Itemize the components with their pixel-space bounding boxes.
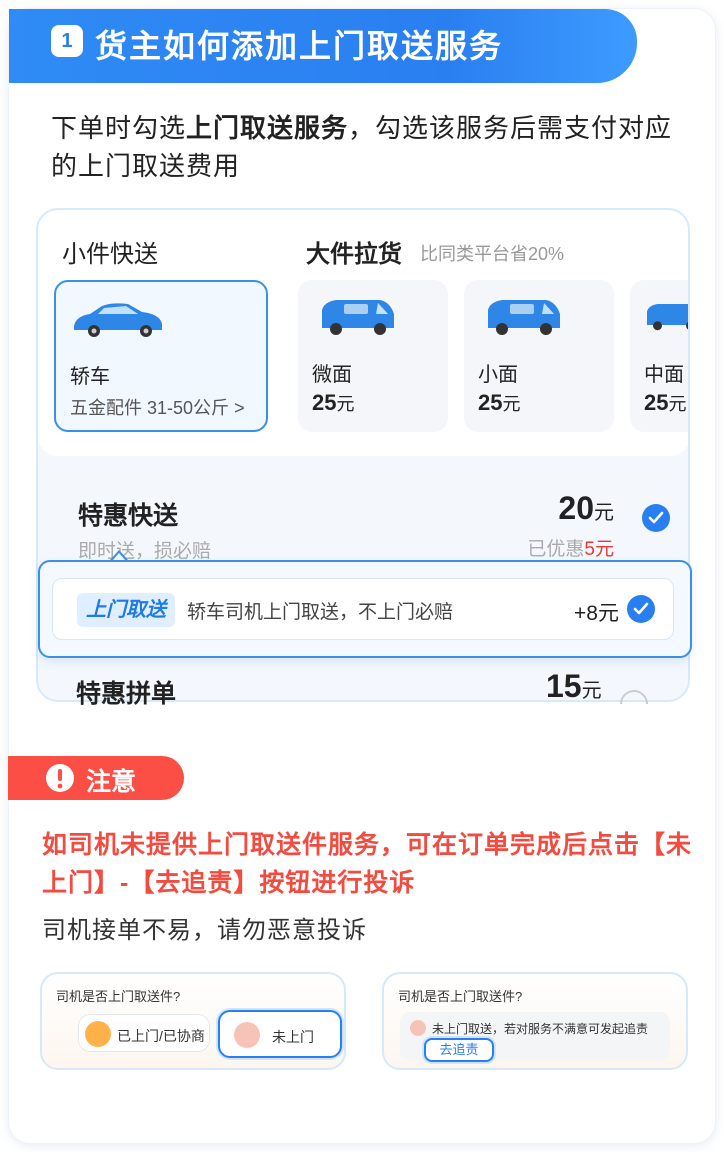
vehicle-card-midvan[interactable]: 中面 25元 [630, 280, 688, 432]
vehicle-name: 中面 [644, 364, 684, 386]
sad-face-icon [234, 1022, 260, 1048]
vehicle-price: 25元 [644, 390, 687, 415]
mini-card-confirm: 司机是否上门取送件? 已上门/已协商 未上门 [40, 972, 346, 1070]
offer-saving: 已优惠5元 [527, 539, 614, 560]
mini-card-track: 司机是否上门取送件? 未上门取送，若对服务不满意可发起追责 去追责 [382, 972, 688, 1070]
pickup-badge: 上门取送 [77, 593, 175, 627]
notice-header: 注意 [8, 756, 184, 800]
step-number-badge: 1 [51, 25, 83, 57]
tab-big-cargo[interactable]: 大件拉货 [306, 234, 402, 269]
vehicle-card-smallvan[interactable]: 小面 25元 [464, 280, 614, 432]
warning-icon [46, 764, 74, 792]
info-bar: 未上门取送，若对服务不满意可发起追责 去追责 [400, 1012, 670, 1062]
van-icon [322, 300, 394, 335]
option-visited[interactable]: 已上门/已协商 [78, 1014, 210, 1052]
chevron-right-icon: > [234, 398, 245, 418]
tab-big-note: 比同类平台省20% [420, 244, 565, 264]
info-text: 未上门取送，若对服务不满意可发起追责 [432, 1022, 649, 1036]
option-not-visited-label: 未上门 [272, 1029, 314, 1045]
happy-face-icon [85, 1021, 111, 1047]
pickup-service-row[interactable]: 上门取送 轿车司机上门取送，不上门必赔 +8元 [52, 578, 674, 640]
notice-label: 注意 [86, 768, 137, 796]
intro-part1: 下单时勾选 [51, 113, 187, 143]
check-circle-icon[interactable] [627, 595, 655, 623]
track-responsibility-button[interactable]: 去追责 [424, 1038, 494, 1062]
vehicle-price: 25元 [312, 390, 355, 415]
sedan-icon [74, 303, 162, 337]
option-not-visited[interactable]: 未上门 [218, 1010, 342, 1058]
vehicle-section: 小件快送 大件拉货 比同类平台省20% 轿车 五金配件 31-50公斤 > 微面 [38, 210, 688, 456]
step-header: 1 货主如何添加上门取送服务 [9, 9, 637, 89]
vehicle-name: 轿车 [70, 366, 110, 388]
check-circle-icon[interactable] [642, 504, 670, 532]
page-title: 货主如何添加上门取送服务 [95, 28, 504, 64]
offer-carpool-title: 特惠拼单 [76, 680, 177, 708]
vehicle-card-sedan[interactable]: 轿车 五金配件 31-50公斤 > [54, 280, 268, 432]
tab-small-express[interactable]: 小件快送 [62, 234, 158, 269]
warning-text: 如司机未提供上门取送件服务，可在订单完成后点击【未上门】-【去追责】按钮进行投诉 [42, 831, 693, 897]
pickup-service-box: 上门取送 轿车司机上门取送，不上门必赔 +8元 [38, 560, 692, 658]
mini-question: 司机是否上门取送件? [56, 989, 181, 1004]
option-visited-label: 已上门/已协商 [117, 1028, 205, 1044]
vehicle-price: 25元 [478, 390, 521, 415]
pickup-text: 轿车司机上门取送，不上门必赔 [187, 602, 454, 623]
intro-text: 下单时勾选上门取送服务，勾选该服务后需支付对应的上门取送费用 [51, 109, 691, 185]
offer-title: 特惠快送 [78, 502, 179, 530]
van-icon [488, 300, 560, 335]
offer-subtitle: 即时送，损必赔 [78, 541, 212, 562]
vehicle-desc: 五金配件 31-50公斤 > [70, 398, 245, 418]
vehicle-name: 微面 [312, 364, 352, 386]
warning-subtext: 司机接单不易，请勿恶意投诉 [42, 917, 367, 944]
intro-highlight: 上门取送服务 [186, 113, 349, 143]
sad-face-icon [410, 1020, 426, 1036]
pickup-price: +8元 [574, 602, 619, 625]
offer-carpool-price: 15元 [546, 668, 602, 704]
mini-question: 司机是否上门取送件? [398, 989, 523, 1004]
offer-price: 20元 [558, 490, 614, 526]
vehicle-name: 小面 [478, 364, 518, 386]
van-icon [647, 304, 688, 331]
offer-express-row[interactable]: 特惠快送 即时送，损必赔 20元 已优惠5元 [54, 474, 674, 568]
vehicle-card-microvan[interactable]: 微面 25元 [298, 280, 448, 432]
